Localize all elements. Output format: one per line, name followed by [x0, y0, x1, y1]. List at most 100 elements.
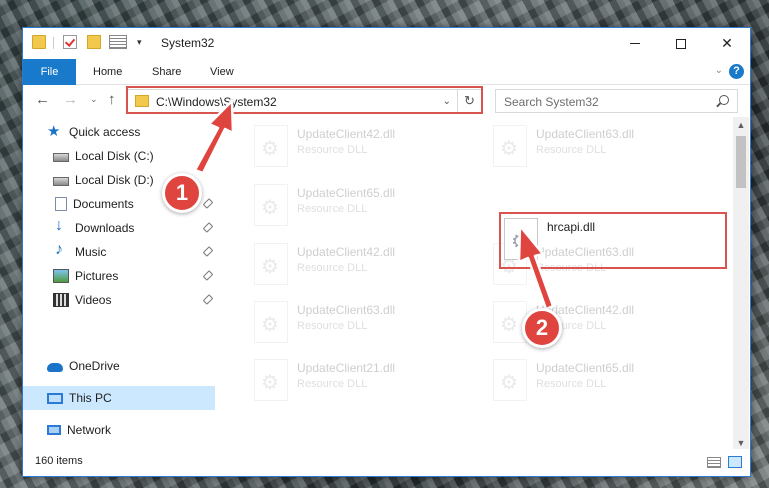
pin-icon: [202, 246, 214, 257]
tab-share[interactable]: Share: [140, 59, 193, 85]
file-item[interactable]: UpdateClient42.dll Resource DLL: [481, 292, 711, 346]
sidebar-item-label: Pictures: [75, 269, 119, 283]
close-button[interactable]: ✕: [704, 28, 750, 59]
forward-arrow-icon[interactable]: →: [63, 91, 78, 108]
recent-locations-dropdown-icon[interactable]: ⌄: [90, 94, 98, 105]
sidebar-item-label: Network: [67, 423, 112, 437]
file-type: Resource DLL: [297, 320, 368, 332]
star-icon: [47, 122, 63, 140]
vertical-scrollbar[interactable]: ▲ ▼: [733, 117, 749, 451]
scroll-up-icon[interactable]: ▲: [733, 117, 749, 133]
onedrive-icon: [47, 363, 63, 372]
divider: [53, 37, 54, 49]
downloads-icon: [53, 217, 69, 235]
file-name: UpdateClient21.dll: [297, 361, 396, 375]
quick-access-dropdown-icon[interactable]: ▾: [137, 37, 142, 48]
pictures-icon: [53, 269, 69, 283]
pin-icon: [202, 294, 214, 305]
back-arrow-icon[interactable]: ←: [35, 91, 50, 108]
dll-file-icon: [493, 125, 527, 167]
search-box[interactable]: Search System32: [495, 89, 738, 113]
sidebar-item-label: Music: [75, 245, 107, 259]
address-highlight-box: [126, 86, 483, 114]
sidebar-item-network[interactable]: Network: [23, 418, 215, 442]
file-type: Resource DLL: [297, 378, 368, 390]
sidebar-item-label: Downloads: [75, 221, 135, 235]
tab-view[interactable]: View: [198, 59, 246, 85]
file-type: Resource DLL: [297, 144, 368, 156]
sidebar-item-label: Videos: [75, 293, 112, 307]
documents-icon: [55, 197, 67, 211]
file-highlight-box: [499, 212, 727, 269]
file-item[interactable]: UpdateClient42.dll Resource DLL: [242, 234, 472, 288]
file-item[interactable]: UpdateClient65.dll Resource DLL: [481, 350, 711, 404]
help-icon[interactable]: ?: [729, 64, 744, 79]
search-input[interactable]: Search System32: [504, 95, 599, 109]
minimize-icon: [630, 43, 640, 44]
dll-file-icon: [493, 359, 527, 401]
pin-icon: [202, 222, 214, 233]
search-icon[interactable]: [719, 95, 729, 105]
large-icons-view-icon[interactable]: [728, 456, 742, 468]
folder-icon: [32, 35, 46, 49]
sidebar-item-pictures[interactable]: Pictures: [23, 264, 215, 288]
minimize-button[interactable]: [612, 28, 658, 59]
file-item[interactable]: UpdateClient42.dll Resource DLL: [242, 117, 472, 170]
file-name: UpdateClient65.dll: [297, 186, 396, 200]
sidebar-item-local-disk-c[interactable]: Local Disk (C:): [23, 144, 215, 168]
file-item[interactable]: UpdateClient63.dll Resource DLL: [242, 292, 472, 346]
file-item[interactable]: UpdateClient63.dll Resource DLL: [481, 117, 711, 170]
title-bar: ▾ System32 ✕: [23, 28, 750, 59]
dll-file-icon: [254, 359, 288, 401]
details-view-icon[interactable]: [707, 457, 721, 468]
sidebar-item-onedrive[interactable]: OneDrive: [23, 354, 215, 378]
music-icon: [53, 241, 69, 259]
window-title: System32: [161, 36, 215, 50]
navigation-pane: Quick access Local Disk (C:) Local Disk …: [23, 117, 215, 451]
sidebar-item-label: OneDrive: [69, 359, 120, 373]
sidebar-item-downloads[interactable]: Downloads: [23, 216, 215, 240]
file-name: UpdateClient65.dll: [536, 361, 635, 375]
sidebar-item-this-pc[interactable]: This PC: [23, 386, 215, 410]
dll-file-icon: [254, 184, 288, 226]
drive-icon: [53, 153, 69, 162]
file-name: UpdateClient63.dll: [297, 303, 396, 317]
sidebar-item-videos[interactable]: Videos: [23, 288, 215, 312]
item-count: 160 items: [35, 455, 83, 467]
sidebar-item-label: Local Disk (D:): [75, 173, 154, 187]
customize-toolbar-icon[interactable]: [109, 35, 127, 49]
step-badge-1: 1: [162, 173, 202, 213]
sidebar-item-label: Documents: [73, 197, 134, 211]
sidebar-item-label: Local Disk (C:): [75, 149, 154, 163]
ribbon: File Home Share View ⌄ ?: [23, 59, 750, 113]
maximize-button[interactable]: [658, 28, 704, 59]
network-icon: [47, 425, 61, 435]
scroll-thumb[interactable]: [736, 136, 746, 188]
sidebar-item-music[interactable]: Music: [23, 240, 215, 264]
drive-icon: [53, 177, 69, 186]
file-item[interactable]: UpdateClient65.dll Resource DLL: [242, 175, 472, 229]
up-arrow-icon[interactable]: ↑: [108, 91, 116, 108]
file-item[interactable]: UpdateClient21.dll Resource DLL: [242, 350, 472, 404]
videos-icon: [53, 293, 69, 307]
sidebar-item-label: Quick access: [69, 125, 141, 139]
pin-icon: [202, 198, 214, 209]
maximize-icon: [676, 38, 686, 49]
file-name: UpdateClient42.dll: [297, 127, 396, 141]
properties-check-icon[interactable]: [63, 35, 77, 49]
new-folder-icon[interactable]: [87, 35, 101, 49]
expand-ribbon-chevron-icon[interactable]: ⌄: [715, 65, 723, 76]
close-icon: ✕: [721, 35, 733, 51]
file-name: UpdateClient42.dll: [297, 245, 396, 259]
file-type: Resource DLL: [536, 378, 607, 390]
tab-home[interactable]: Home: [81, 59, 134, 85]
file-type: Resource DLL: [297, 203, 368, 215]
step-badge-2: 2: [522, 308, 562, 348]
file-list: UpdateClient42.dll Resource DLL UpdateCl…: [228, 117, 733, 451]
pin-icon: [202, 270, 214, 281]
file-type: Resource DLL: [536, 144, 607, 156]
dll-file-icon: [254, 125, 288, 167]
sidebar-item-label: This PC: [69, 391, 112, 405]
dll-file-icon: [254, 243, 288, 285]
sidebar-item-quick-access[interactable]: Quick access: [23, 120, 215, 144]
